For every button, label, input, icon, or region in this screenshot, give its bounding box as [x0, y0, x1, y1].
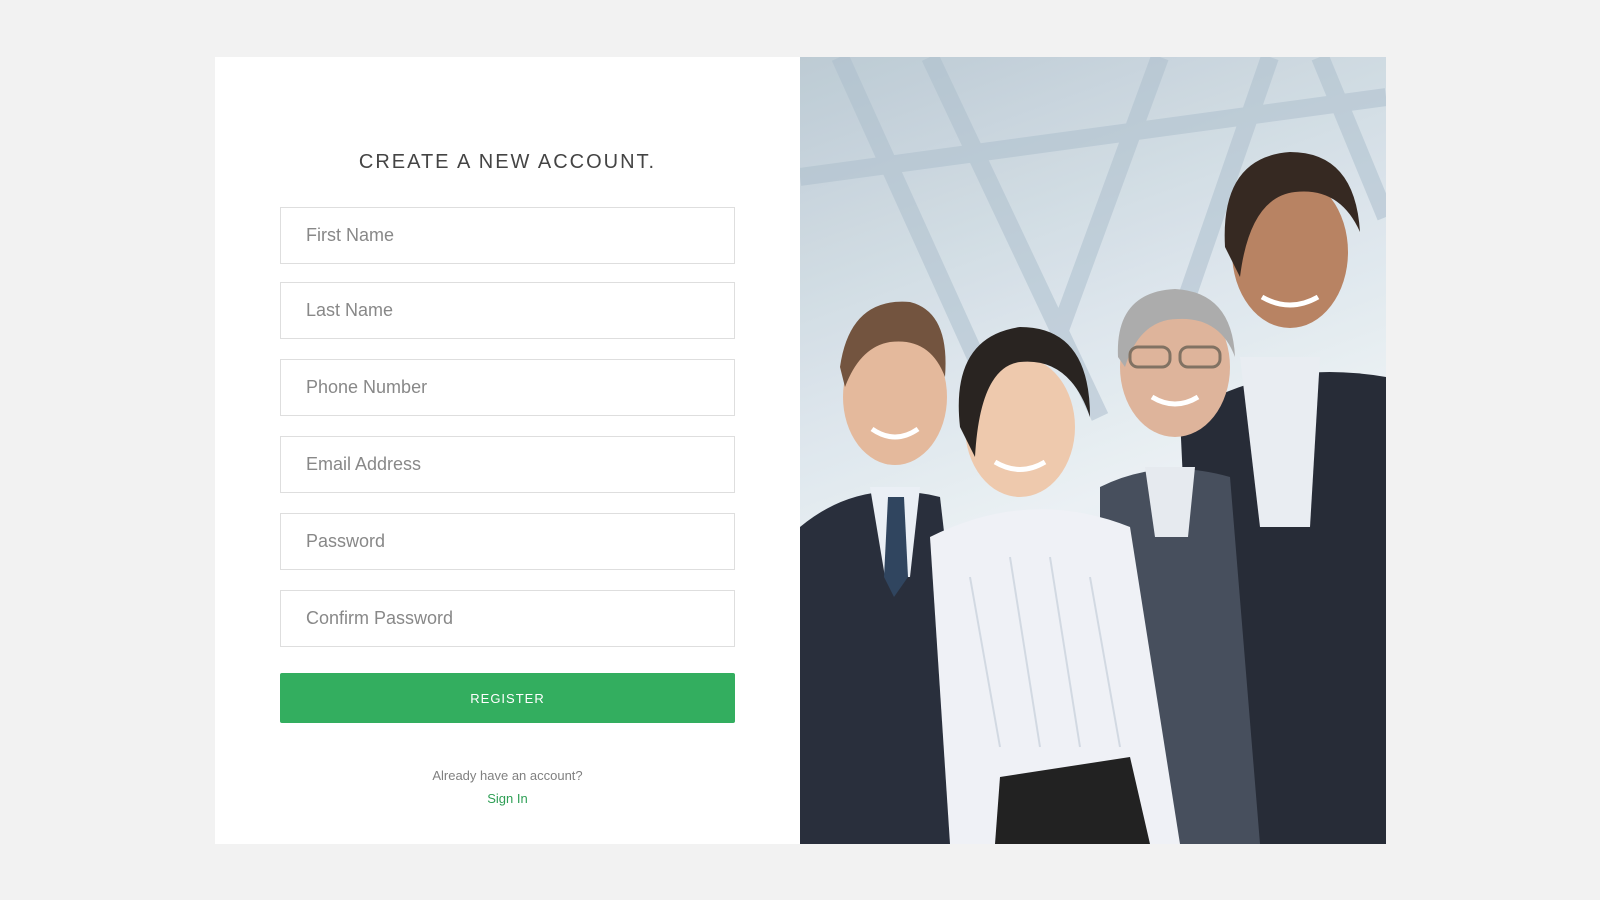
email-address-input[interactable] [280, 436, 735, 493]
register-form-panel: CREATE A NEW ACCOUNT. REGISTER Already h… [215, 57, 800, 844]
first-name-input[interactable] [280, 207, 735, 264]
page-title: CREATE A NEW ACCOUNT. [358, 151, 657, 173]
register-card: CREATE A NEW ACCOUNT. REGISTER Already h… [215, 57, 1386, 844]
sign-in-link[interactable]: Sign In [280, 791, 735, 806]
phone-number-input[interactable] [280, 359, 735, 416]
team-photo-icon [800, 57, 1386, 844]
already-have-account-text: Already have an account? [432, 768, 583, 783]
confirm-password-input[interactable] [280, 590, 735, 647]
team-photo [800, 57, 1386, 844]
last-name-input[interactable] [280, 282, 735, 339]
password-input[interactable] [280, 513, 735, 570]
register-button[interactable]: REGISTER [280, 673, 735, 723]
